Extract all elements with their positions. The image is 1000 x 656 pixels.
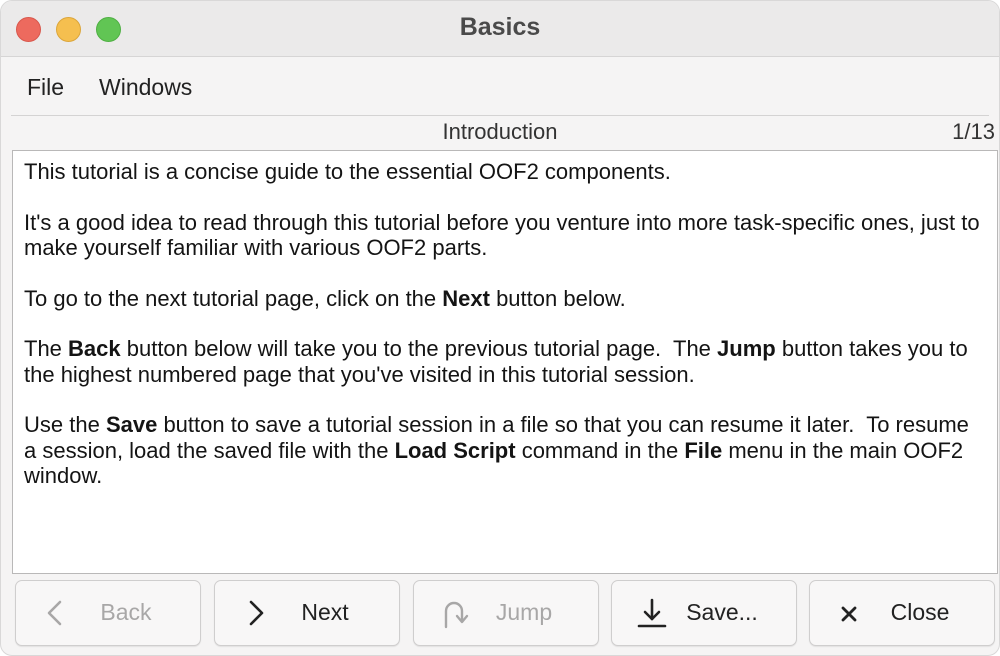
next-button-label: Next xyxy=(301,599,349,625)
menu-file[interactable]: File xyxy=(27,74,64,101)
bold-file: File xyxy=(684,437,723,463)
menu-bar: File Windows xyxy=(1,58,999,114)
paragraph-1-text: This tutorial is a concise guide to the … xyxy=(24,159,671,184)
jump-button-label: Jump xyxy=(495,599,553,625)
text-run: Use the xyxy=(24,412,106,437)
bold-save: Save xyxy=(105,412,158,437)
tutorial-text-area[interactable]: This tutorial is a concise guide to the … xyxy=(12,150,998,574)
bold-next: Next xyxy=(442,285,490,311)
window-title: Basics xyxy=(459,13,541,41)
bold-back: Back xyxy=(68,336,121,361)
paragraph-5: Use the Save button to save a tutorial s… xyxy=(24,412,986,489)
text-run: The xyxy=(24,336,69,361)
text-run: command in the xyxy=(515,437,685,463)
bold-jump: Jump xyxy=(717,336,776,361)
paragraph-2: It's a good idea to read through this tu… xyxy=(24,210,986,261)
divider xyxy=(11,115,989,116)
next-button[interactable]: Next xyxy=(214,580,400,646)
back-button-label: Back xyxy=(100,599,152,625)
paragraph-3: To go to the next tutorial page, click o… xyxy=(24,286,986,312)
bold-load-script: Load Script xyxy=(394,437,516,463)
text-run: button below. xyxy=(489,285,626,311)
jump-button[interactable]: Jump xyxy=(413,580,599,646)
title-bar: Basics xyxy=(1,1,999,57)
menu-windows[interactable]: Windows xyxy=(99,74,192,101)
back-button[interactable]: Back xyxy=(15,580,201,646)
close-button-label: Close xyxy=(890,599,950,625)
paragraph-1: This tutorial is a concise guide to the … xyxy=(24,159,986,185)
close-button[interactable]: Close xyxy=(809,580,995,646)
save-button[interactable]: Save... xyxy=(611,580,797,646)
paragraph-4: The Back button below will take you to t… xyxy=(24,336,986,387)
section-title: Introduction xyxy=(442,119,558,144)
text-run: To go to the next tutorial page, click o… xyxy=(24,285,443,311)
tutorial-window: Basics File Windows Introduction 1/13 Th… xyxy=(0,0,1000,656)
text-run: button below will take you to the previo… xyxy=(120,336,718,361)
page-indicator: 1/13 xyxy=(952,119,995,144)
save-button-label: Save... xyxy=(686,599,758,625)
paragraph-2-text: It's a good idea to read through this tu… xyxy=(24,209,980,261)
